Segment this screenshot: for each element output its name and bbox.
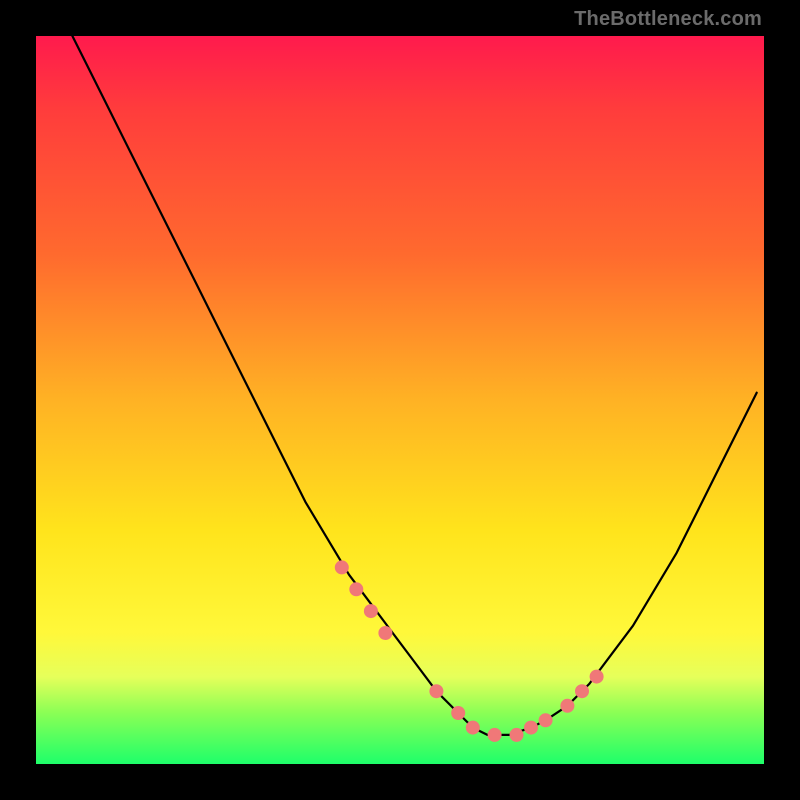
bottleneck-curve — [72, 36, 756, 735]
marker-point — [429, 684, 443, 698]
marker-point — [560, 699, 574, 713]
marker-point — [466, 721, 480, 735]
plot-svg — [36, 36, 764, 764]
attribution-label: TheBottleneck.com — [574, 8, 762, 31]
marker-point — [575, 684, 589, 698]
marker-point — [335, 560, 349, 574]
marker-point — [488, 728, 502, 742]
marker-point — [539, 713, 553, 727]
marker-point — [451, 706, 465, 720]
marker-point — [510, 728, 524, 742]
marker-point — [590, 670, 604, 684]
chart-stage: TheBottleneck.com — [0, 0, 800, 800]
marker-group — [335, 560, 604, 742]
marker-point — [349, 582, 363, 596]
marker-point — [378, 626, 392, 640]
marker-point — [364, 604, 378, 618]
plot-area — [36, 36, 764, 764]
marker-point — [524, 721, 538, 735]
